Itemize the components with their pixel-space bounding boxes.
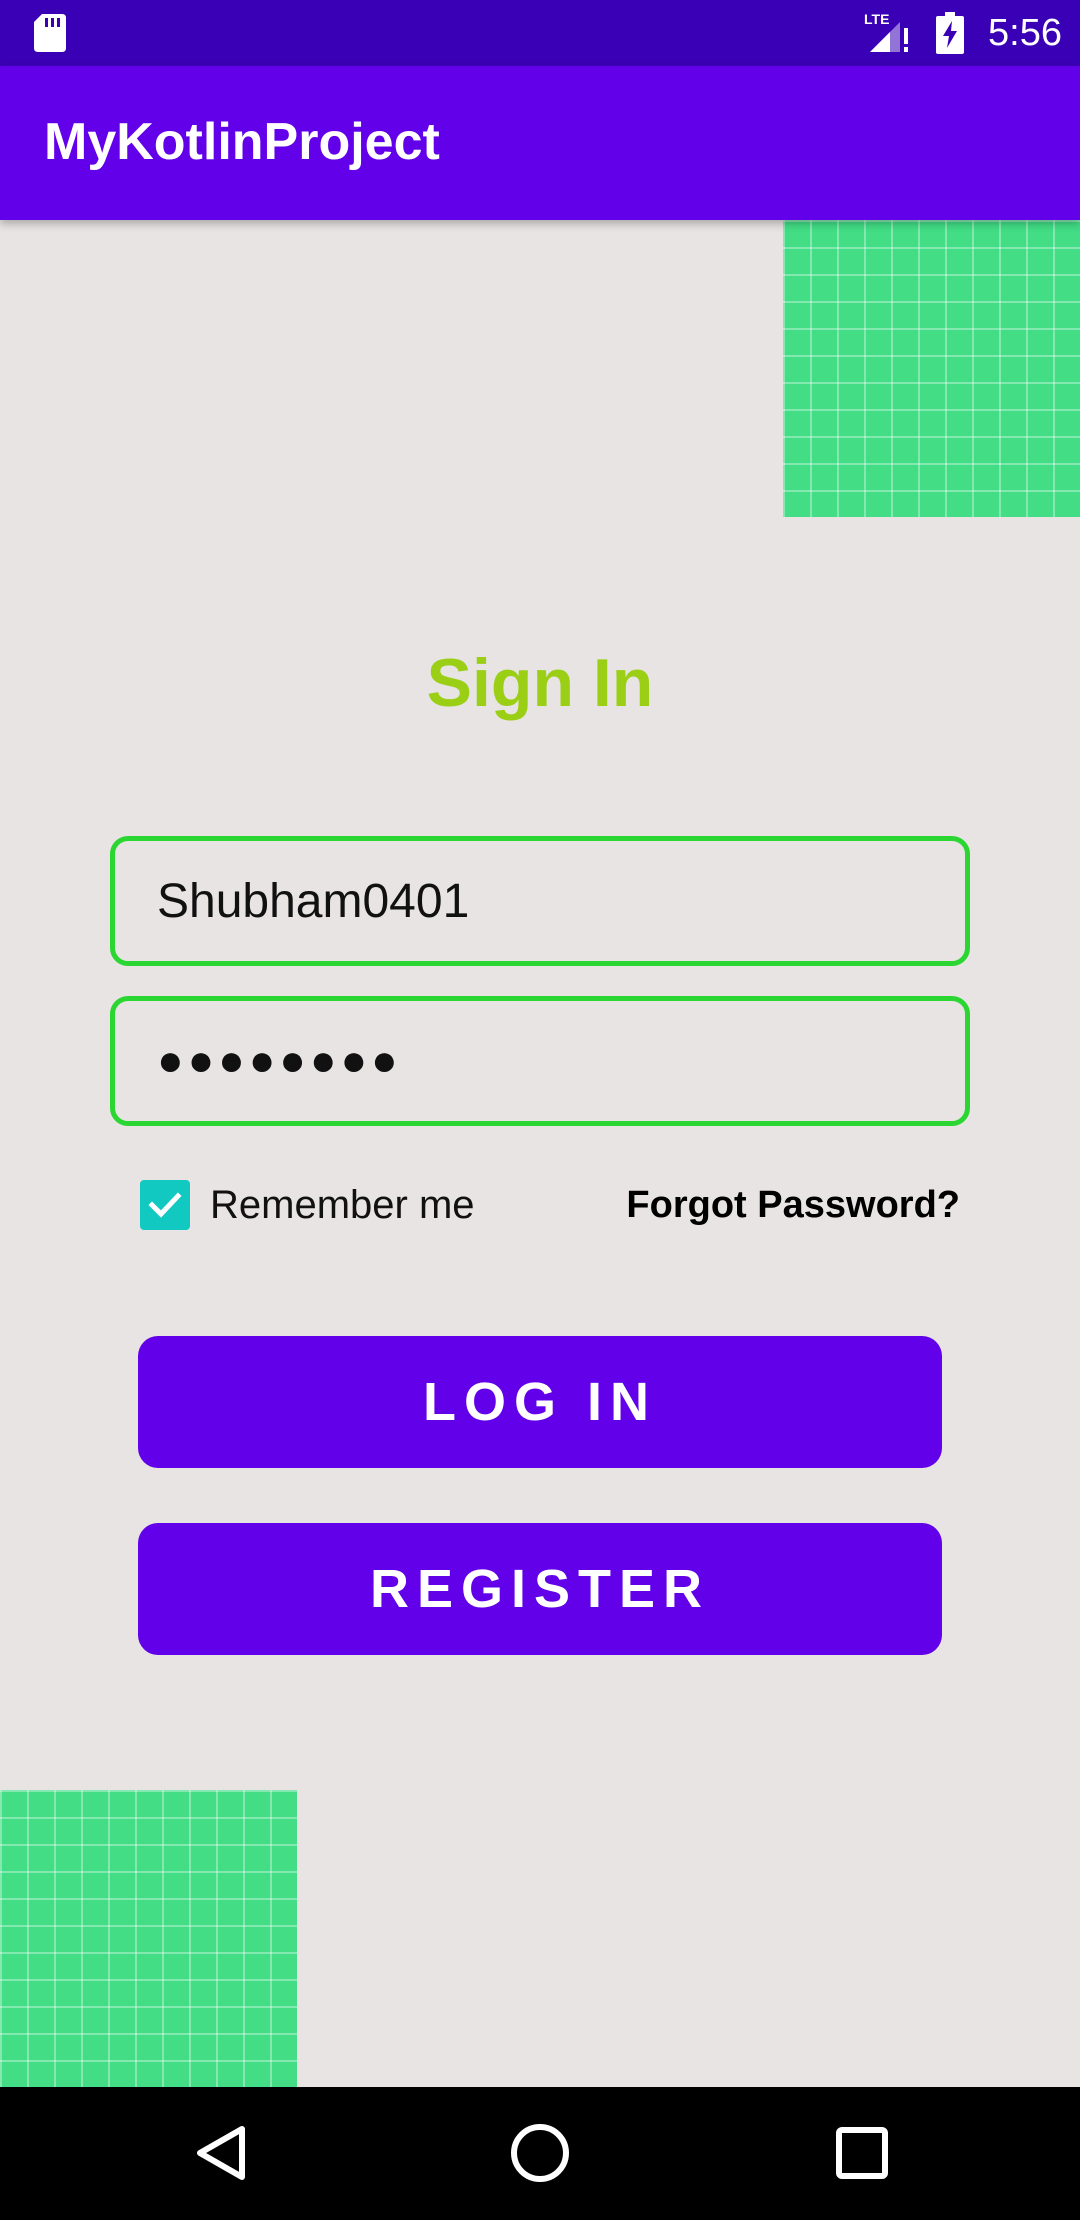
network-label: LTE [864,11,889,27]
password-input[interactable] [110,996,970,1126]
sign-in-heading: Sign In [426,645,654,721]
checkmark-icon [148,1192,182,1218]
remember-me-checkbox[interactable] [140,1180,190,1230]
back-icon[interactable] [190,2123,250,2183]
remember-me-label[interactable]: Remember me [210,1180,475,1230]
app-title: MyKotlinProject [44,113,440,171]
register-button[interactable]: REGISTER [138,1523,942,1655]
grid-decoration-bottom [0,1790,297,2087]
username-input[interactable] [110,836,970,966]
home-icon[interactable] [508,2121,572,2185]
status-time: 5:56 [988,12,1062,54]
battery-charging-icon [936,12,964,54]
login-screen: LTE 5:56 MyKotlinProject Sign In Remembe… [0,0,1080,2220]
forgot-password-link[interactable]: Forgot Password? [620,1180,960,1230]
app-bar: MyKotlinProject [0,66,1080,220]
lte-signal-icon: LTE [864,11,908,52]
sd-card-icon [34,14,66,52]
status-bar: LTE 5:56 [0,0,1080,66]
recents-icon[interactable] [834,2125,890,2181]
grid-decoration-top [783,220,1080,517]
login-button[interactable]: LOG IN [138,1336,942,1468]
navigation-bar [0,2087,1080,2220]
